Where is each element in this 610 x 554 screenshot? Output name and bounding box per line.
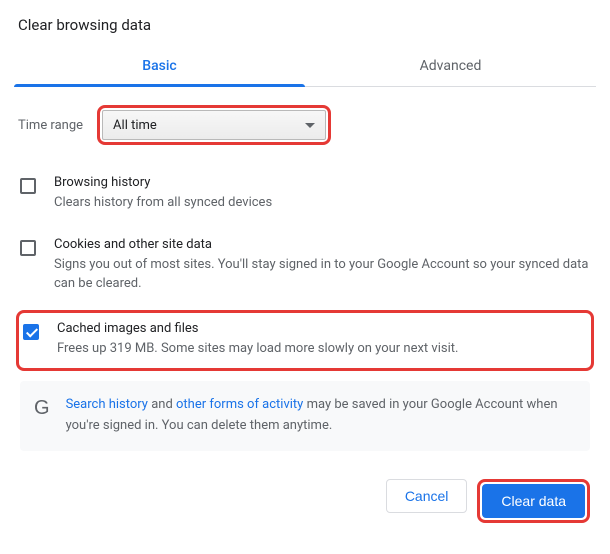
time-range-row: Time range All time <box>14 87 596 165</box>
dialog-actions: Cancel Clear data <box>14 451 596 529</box>
option-desc: Frees up 319 MB. Some sites may load mor… <box>57 339 587 359</box>
google-icon: G <box>34 397 50 420</box>
cancel-button[interactable]: Cancel <box>386 479 468 513</box>
highlight-box-clear-data: Clear data <box>477 479 590 523</box>
option-cached: Cached images and files Frees up 319 MB.… <box>16 310 594 372</box>
checkbox-cached[interactable] <box>23 324 39 340</box>
chevron-down-icon <box>305 123 315 128</box>
tabs: Basic Advanced <box>14 48 596 87</box>
dialog-title: Clear browsing data <box>14 0 596 48</box>
tab-advanced[interactable]: Advanced <box>305 48 596 86</box>
time-range-value: All time <box>113 118 157 133</box>
highlight-box-time-range: All time <box>97 105 331 145</box>
info-text: Search history and other forms of activi… <box>66 395 576 437</box>
option-browsing-history: Browsing history Clears history from all… <box>14 165 596 227</box>
option-title: Cookies and other site data <box>54 237 590 252</box>
time-range-label: Time range <box>18 118 83 133</box>
link-other-activity[interactable]: other forms of activity <box>176 397 303 412</box>
option-title: Cached images and files <box>57 321 587 336</box>
option-desc: Clears history from all synced devices <box>54 193 590 213</box>
option-desc: Signs you out of most sites. You'll stay… <box>54 255 590 294</box>
option-cookies: Cookies and other site data Signs you ou… <box>14 227 596 308</box>
time-range-select[interactable]: All time <box>102 110 326 140</box>
checkbox-cookies[interactable] <box>20 240 36 256</box>
clear-browsing-data-dialog: Clear browsing data Basic Advanced Time … <box>0 0 610 543</box>
option-title: Browsing history <box>54 175 590 190</box>
checkbox-browsing-history[interactable] <box>20 178 36 194</box>
google-account-info: G Search history and other forms of acti… <box>20 381 590 451</box>
link-search-history[interactable]: Search history <box>66 397 148 412</box>
clear-data-button[interactable]: Clear data <box>482 484 585 518</box>
tab-basic[interactable]: Basic <box>14 48 305 86</box>
